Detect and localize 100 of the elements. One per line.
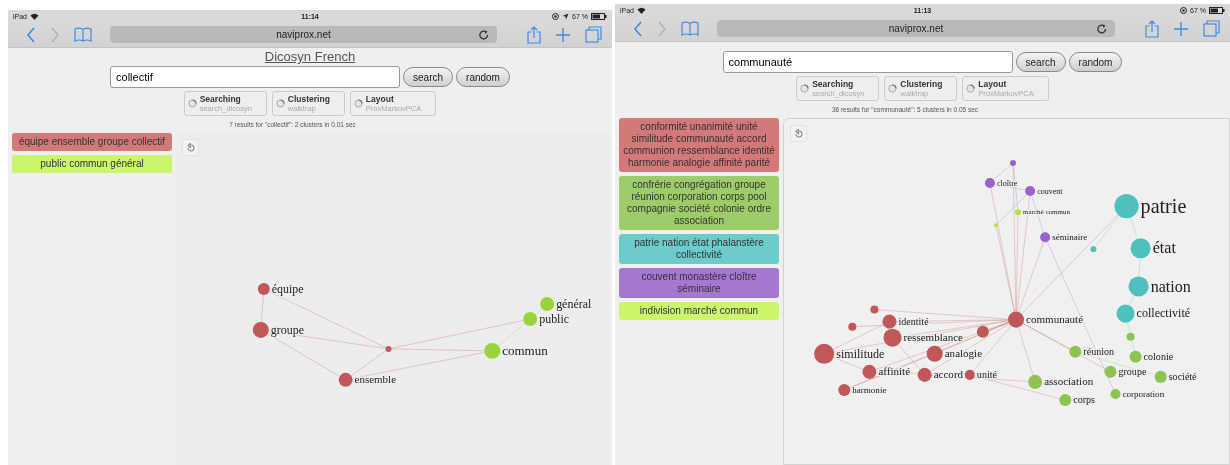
graph-node[interactable] — [1104, 365, 1117, 378]
wifi-icon — [637, 6, 646, 14]
node-label: corps — [1073, 394, 1096, 406]
address-bar[interactable]: naviprox.net — [110, 26, 497, 43]
node-label: groupe — [1118, 366, 1147, 378]
cluster-card[interactable]: indivision marché commun — [619, 302, 779, 320]
book-icon[interactable] — [681, 21, 699, 36]
graph-node[interactable] — [1129, 350, 1142, 363]
graph-node[interactable] — [862, 364, 877, 379]
graph-node[interactable] — [917, 367, 932, 382]
graph-node[interactable] — [1008, 311, 1025, 328]
graph-edge — [1129, 217, 1138, 240]
search-button[interactable]: search — [1015, 52, 1066, 72]
node-label: commun — [502, 343, 548, 359]
graph-node[interactable] — [1015, 209, 1022, 216]
reset-button[interactable] — [790, 125, 807, 142]
node-label: société — [1168, 371, 1197, 383]
tabs-icon[interactable] — [1203, 20, 1220, 37]
node-label: réunion — [1083, 346, 1114, 357]
book-icon[interactable] — [74, 27, 92, 42]
cluster-card[interactable]: conformité unanimité unité similitude communauté accord communion ressemblance identité harmonie analogie affinité parité — [619, 118, 779, 172]
spinner-icon — [353, 99, 363, 108]
graph-node[interactable] — [1090, 246, 1097, 253]
graph-node[interactable] — [1025, 186, 1036, 197]
graph-node[interactable] — [964, 369, 975, 380]
cluster-card[interactable]: couvent monastère cloître séminaire — [619, 268, 779, 298]
search-field[interactable]: collectif — [110, 66, 401, 88]
node-label: groupe — [270, 322, 305, 337]
wifi-icon — [30, 12, 39, 20]
node-label: unité — [976, 369, 997, 381]
plus-icon[interactable] — [555, 26, 571, 43]
graph-edge — [1129, 295, 1135, 306]
node-label: affinité — [878, 365, 911, 378]
spinner-icon — [966, 84, 976, 93]
graph-node[interactable] — [523, 311, 538, 326]
back-icon[interactable] — [26, 26, 36, 43]
search-button[interactable]: search — [403, 67, 454, 87]
search-button[interactable]: random — [456, 67, 510, 87]
graph-node[interactable] — [926, 345, 943, 362]
graph-node[interactable] — [1128, 276, 1149, 297]
tabs-icon[interactable] — [585, 26, 602, 43]
address-bar[interactable]: naviprox.net — [717, 20, 1115, 37]
node-label: collectivité — [1136, 306, 1191, 321]
graph-node[interactable] — [1069, 345, 1082, 358]
cluster-card[interactable]: confrérie congrégation groupe réunion corporation corps pool compagnie société colonie ordre association — [619, 176, 779, 230]
graph-node[interactable] — [1040, 232, 1051, 243]
graph-node[interactable] — [1114, 194, 1139, 219]
node-label: état — [1152, 239, 1176, 257]
node-label: accord — [933, 368, 964, 381]
graph-node[interactable] — [1059, 393, 1072, 406]
share-icon[interactable] — [527, 25, 541, 44]
graph-node[interactable] — [484, 342, 501, 359]
graph-node[interactable] — [338, 372, 353, 387]
node-label: ressemblance — [903, 331, 963, 344]
node-label: nation — [1150, 277, 1191, 295]
spinner-icon — [888, 84, 898, 93]
graph-node[interactable] — [838, 383, 851, 396]
reload-icon[interactable] — [479, 29, 489, 40]
plus-icon[interactable] — [1173, 20, 1189, 37]
cluster-card[interactable]: patrie nation état phalanstère collectivité — [619, 234, 779, 264]
graph-node[interactable] — [882, 314, 897, 329]
graph-node[interactable] — [1130, 238, 1151, 259]
cluster-card[interactable]: public commun général — [12, 155, 172, 173]
node-label: identité — [898, 315, 929, 327]
graph-node[interactable] — [1028, 374, 1043, 389]
node-label: public — [539, 311, 570, 326]
graph-node[interactable] — [870, 305, 879, 314]
graph-node[interactable] — [1154, 370, 1167, 383]
search-button[interactable]: random — [1068, 52, 1123, 72]
spinner-icon — [800, 84, 810, 93]
graph-node[interactable] — [257, 283, 270, 295]
graph-node[interactable] — [1126, 332, 1135, 341]
reset-button[interactable] — [182, 139, 199, 156]
back-icon[interactable] — [633, 20, 643, 37]
search-field[interactable]: communauté — [722, 51, 1013, 73]
cluster-card[interactable]: équipe ensemble groupe collectif — [12, 133, 172, 151]
graph-node[interactable] — [993, 223, 998, 228]
graph-edge — [535, 308, 543, 315]
graph-node[interactable] — [976, 325, 989, 338]
node-label: général — [556, 296, 592, 311]
refresh-icon — [794, 128, 803, 139]
graph-node[interactable] — [1116, 304, 1135, 323]
graph-node[interactable] — [883, 328, 902, 347]
share-icon[interactable] — [1145, 19, 1159, 38]
site-title-link[interactable]: Dicosyn French — [264, 49, 356, 64]
node-label: équipe — [271, 281, 304, 296]
graph-node[interactable] — [252, 321, 269, 338]
node-label: similitude — [836, 346, 885, 361]
graph-edge — [1138, 257, 1141, 277]
node-label: ensemble — [354, 373, 397, 386]
graph-node[interactable] — [984, 178, 995, 189]
node-label: colonie — [1143, 351, 1174, 362]
node-label: harmonie — [852, 384, 887, 395]
reload-icon[interactable] — [1097, 23, 1107, 34]
graph-node[interactable] — [385, 345, 392, 352]
graph-node[interactable] — [1010, 159, 1017, 166]
graph-node[interactable] — [1110, 388, 1121, 399]
graph-node[interactable] — [848, 322, 857, 331]
graph-node[interactable] — [540, 297, 555, 311]
graph-node[interactable] — [814, 343, 835, 364]
